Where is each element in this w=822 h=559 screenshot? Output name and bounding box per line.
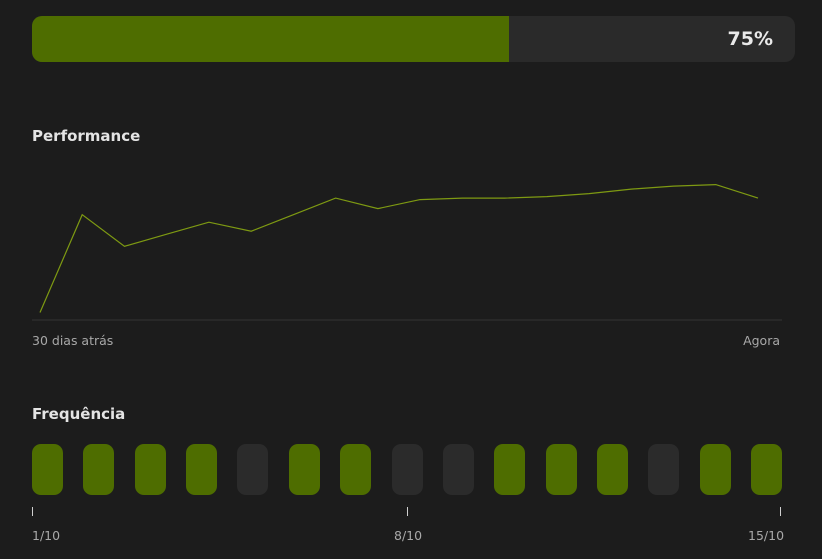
performance-line [39,183,759,313]
tick-mark-start [32,507,33,516]
tick-label-end: 15/10 [748,528,785,543]
frequency-day-active [83,444,115,495]
frequency-day-active [340,444,372,495]
performance-chart [32,183,782,321]
progress-bar: 75% [32,16,795,62]
progress-percent-label: 75% [727,28,773,50]
frequency-day-inactive [391,444,423,495]
frequency-row [32,444,782,496]
tick-mark-end [780,507,781,516]
frequency-day-active [32,444,63,495]
frequency-day-inactive [442,444,474,495]
frequency-day-active [596,444,628,495]
frequency-title: Frequência [32,405,126,423]
performance-title: Performance [32,127,141,145]
tick-label-start: 1/10 [32,528,61,543]
frequency-day-inactive [237,444,269,495]
performance-start-label: 30 dias atrás [32,333,114,348]
tick-label-middle: 8/10 [394,528,423,543]
frequency-day-active [494,444,526,495]
frequency-day-active [288,444,320,495]
frequency-day-active [699,444,731,495]
frequency-day-active [751,444,782,495]
frequency-day-active [134,444,166,495]
tick-mark-middle [407,507,408,516]
frequency-day-active [545,444,577,495]
frequency-day-inactive [648,444,680,495]
progress-bar-fill [32,16,509,62]
frequency-day-active [186,444,218,495]
performance-end-label: Agora [743,333,780,348]
